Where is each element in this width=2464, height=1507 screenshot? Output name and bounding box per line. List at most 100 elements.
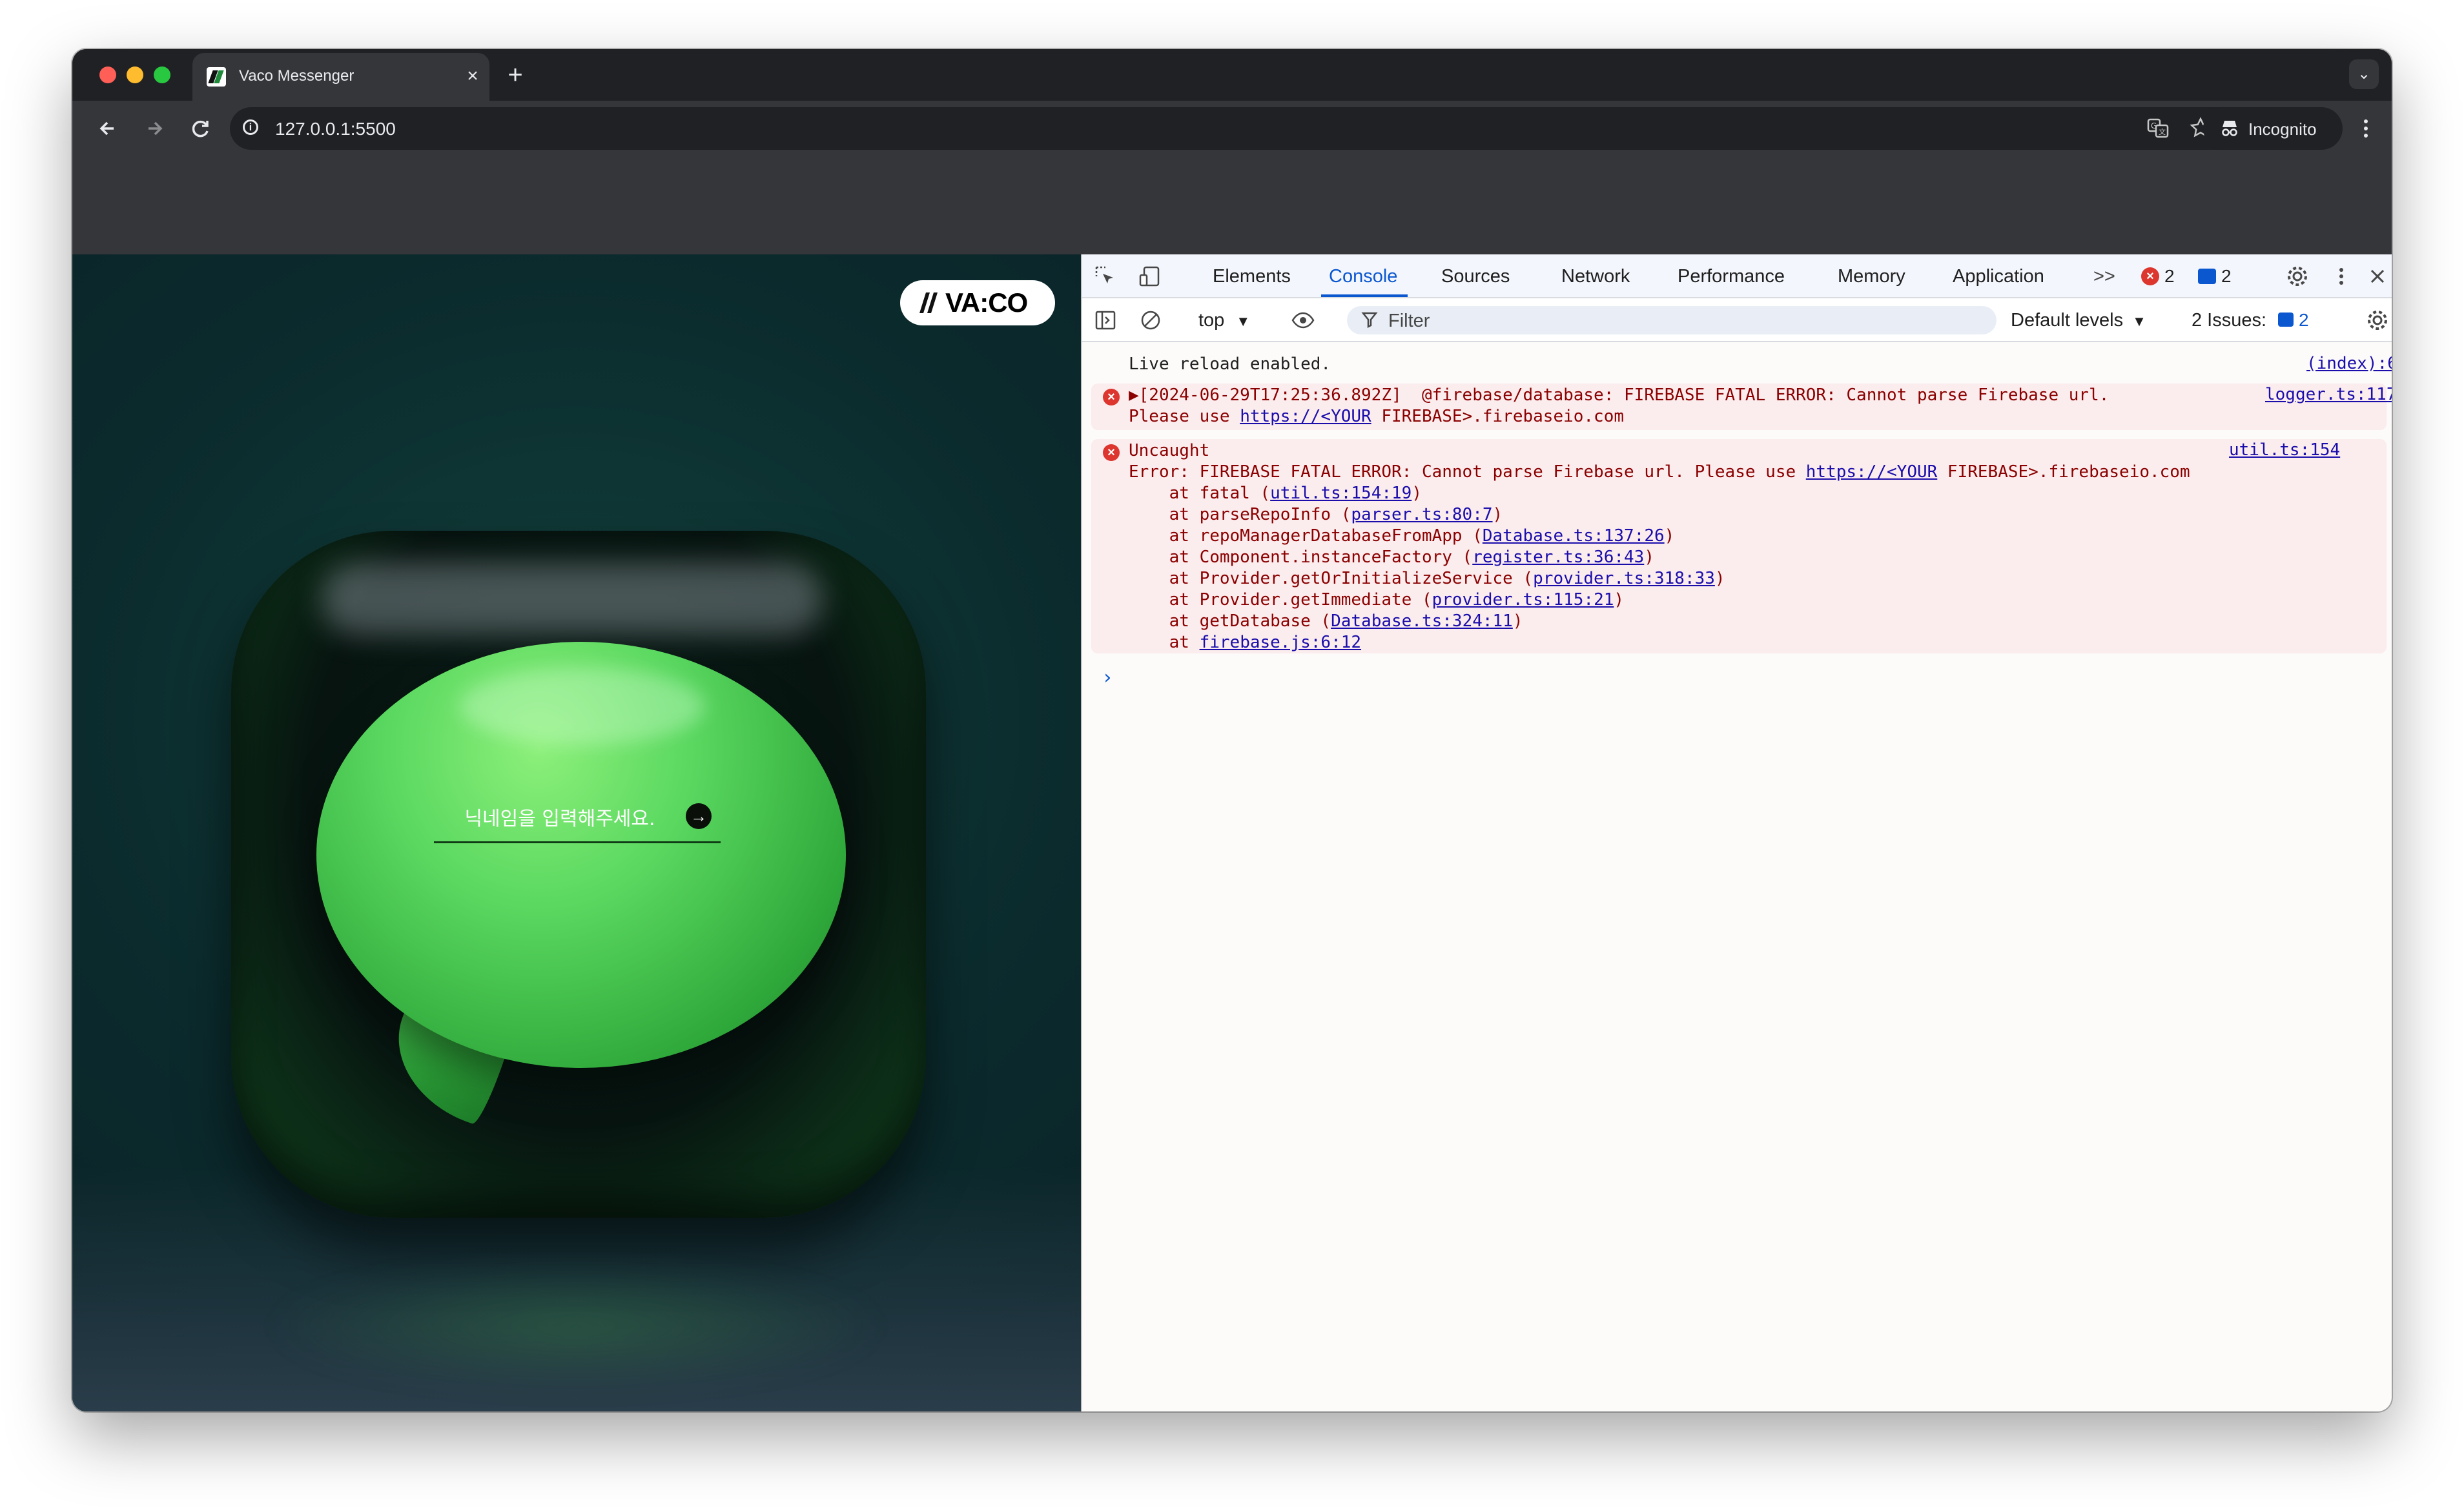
tab-memory[interactable]: Memory [1838, 266, 1905, 287]
tab-application[interactable]: Application [1953, 266, 2044, 287]
live-expression-eye-icon[interactable] [1290, 307, 1316, 333]
stack-end: ) [1412, 484, 1422, 503]
context-value: top [1198, 310, 1225, 331]
back-icon[interactable] [92, 112, 124, 145]
stack-source-link[interactable]: firebase.js:6:12 [1200, 633, 1361, 652]
browser-toolbar: i 127.0.0.1:5500 G文 Incognito [72, 101, 2392, 156]
page-viewport: VA:CO → [72, 254, 1081, 1411]
message-badge-icon[interactable] [2198, 269, 2216, 284]
devtools-panel: Elements Console Sources Network Perform… [1081, 254, 2392, 1411]
error-icon: × [1103, 444, 1120, 461]
console-error-entry[interactable]: × ▶[2024-06-29T17:25:36.892Z] @firebase/… [1091, 384, 2392, 430]
clear-console-icon[interactable] [1138, 307, 1164, 333]
logo-text: VA:CO [945, 287, 1028, 318]
stack-function: at Component.instanceFactory ( [1129, 548, 1473, 567]
error-icon: × [1103, 389, 1120, 405]
browser-window: Vaco Messenger × + ⌄ i 127.0.0.1:5500 G文 [72, 49, 2392, 1411]
error-message-line: Error: FIREBASE FATAL ERROR: Cannot pars… [1129, 462, 2190, 483]
issues-label[interactable]: 2 Issues: [2192, 310, 2266, 331]
menu-icon[interactable] [2353, 112, 2379, 145]
stack-function: at repoManagerDatabaseFromApp ( [1129, 526, 1483, 546]
source-link[interactable]: util.ts:154 [2229, 440, 2340, 460]
stack-function: at Provider.getOrInitializeService ( [1129, 569, 1534, 588]
filter-input[interactable] [1387, 309, 1971, 333]
maximize-window-button[interactable] [154, 67, 170, 83]
stack-frame: at repoManagerDatabaseFromApp (Database.… [1129, 526, 1675, 547]
address-bar[interactable]: i 127.0.0.1:5500 G文 [230, 107, 2257, 150]
close-window-button[interactable] [99, 67, 116, 83]
console-toolbar: top ▼ Default levels ▼ 2 Issues: 2 [1082, 298, 2392, 342]
tab-strip: Vaco Messenger × + ⌄ [72, 49, 2392, 101]
text-segment: FIREBASE>.firebaseio.com [1937, 462, 2190, 482]
tab-close-icon[interactable]: × [461, 63, 484, 89]
floor-reflection [266, 1262, 886, 1391]
url-link[interactable]: https://<YOUR [1806, 462, 1938, 482]
devtools-menu-icon[interactable] [2328, 263, 2354, 289]
nickname-input[interactable] [434, 797, 721, 843]
console-prompt-chevron-icon[interactable]: › [1102, 666, 1113, 689]
stack-source-link[interactable]: register.ts:36:43 [1472, 548, 1644, 567]
inspect-element-icon[interactable] [1093, 263, 1118, 289]
issues-message-icon[interactable] [2278, 313, 2294, 327]
issues-count[interactable]: 2 [2299, 310, 2309, 331]
info-icon[interactable]: i [243, 119, 258, 135]
source-link[interactable]: logger.ts:117 [2265, 385, 2392, 404]
stack-end: ) [1512, 611, 1523, 631]
close-devtools-icon[interactable] [2365, 263, 2390, 289]
minimize-window-button[interactable] [127, 67, 143, 83]
submit-arrow-button[interactable]: → [686, 803, 712, 829]
translate-icon[interactable]: G文 [2145, 116, 2171, 142]
url-text[interactable]: 127.0.0.1:5500 [275, 119, 396, 139]
new-tab-button[interactable]: + [501, 61, 529, 89]
stack-source-link[interactable]: provider.ts:115:21 [1432, 590, 1614, 610]
icon-highlight [322, 563, 823, 634]
console-error-entry[interactable]: × Uncaught util.ts:154 Error: FIREBASE F… [1091, 439, 2387, 653]
stack-end: ) [1664, 526, 1675, 546]
source-link[interactable]: (index):61 [2306, 354, 2392, 373]
tab-title: Vaco Messenger [239, 67, 354, 85]
stack-source-link[interactable]: util.ts:154:19 [1270, 484, 1412, 503]
browser-tab[interactable]: Vaco Messenger × [192, 53, 489, 101]
context-select[interactable]: top ▼ [1198, 310, 1250, 331]
stack-function: at [1129, 633, 1200, 652]
stack-frame: at firebase.js:6:12 [1129, 632, 1361, 653]
vaco-logo: VA:CO [900, 280, 1055, 325]
stack-source-link[interactable]: parser.ts:80:7 [1351, 505, 1492, 524]
bubble-shine [460, 668, 705, 745]
stack-source-link[interactable]: Database.ts:137:26 [1483, 526, 1665, 546]
settings-gear-icon[interactable] [2284, 263, 2310, 289]
tab-console[interactable]: Console [1329, 266, 1397, 287]
console-output: Live reload enabled. (index):61 × ▶[2024… [1082, 342, 2392, 1411]
text-segment: FIREBASE>.firebaseio.com [1371, 407, 1625, 426]
more-tabs-chevron-icon[interactable]: >> [2093, 266, 2115, 287]
stack-end: ) [1644, 548, 1654, 567]
device-toolbar-icon[interactable] [1138, 263, 1164, 289]
forward-icon[interactable] [138, 112, 170, 145]
incognito-indicator[interactable]: Incognito [2203, 107, 2343, 150]
favicon-icon [207, 67, 226, 87]
stack-function: at getDatabase ( [1129, 611, 1331, 631]
stack-frame: at Provider.getOrInitializeService (prov… [1129, 568, 1725, 589]
error-badge-icon[interactable]: × [2141, 267, 2159, 285]
console-settings-gear-icon[interactable] [2365, 307, 2390, 333]
stack-frame: at parseRepoInfo (parser.ts:80:7) [1129, 504, 1503, 526]
stack-source-link[interactable]: Database.ts:324:11 [1331, 611, 1513, 631]
stack-end: ) [1714, 569, 1725, 588]
reload-icon[interactable] [185, 112, 217, 145]
tab-sources[interactable]: Sources [1441, 266, 1510, 287]
tab-network[interactable]: Network [1561, 266, 1630, 287]
tab-search-button[interactable]: ⌄ [2349, 59, 2379, 89]
sidebar-toggle-icon[interactable] [1093, 307, 1118, 333]
log-levels-select[interactable]: Default levels ▼ [2011, 310, 2146, 331]
error-count[interactable]: 2 [2164, 266, 2175, 287]
filter-field[interactable] [1347, 306, 1997, 334]
error-message-line: ▶[2024-06-29T17:25:36.892Z] @firebase/da… [1129, 385, 2110, 405]
tab-elements[interactable]: Elements [1213, 266, 1291, 287]
stack-frame: at Provider.getImmediate (provider.ts:11… [1129, 589, 1624, 611]
console-log-message: Live reload enabled. [1129, 354, 1331, 374]
stack-end: ) [1614, 590, 1625, 610]
url-link[interactable]: https://<YOUR [1240, 407, 1371, 426]
stack-source-link[interactable]: provider.ts:318:33 [1533, 569, 1715, 588]
tab-performance[interactable]: Performance [1678, 266, 1785, 287]
message-count[interactable]: 2 [2221, 266, 2232, 287]
